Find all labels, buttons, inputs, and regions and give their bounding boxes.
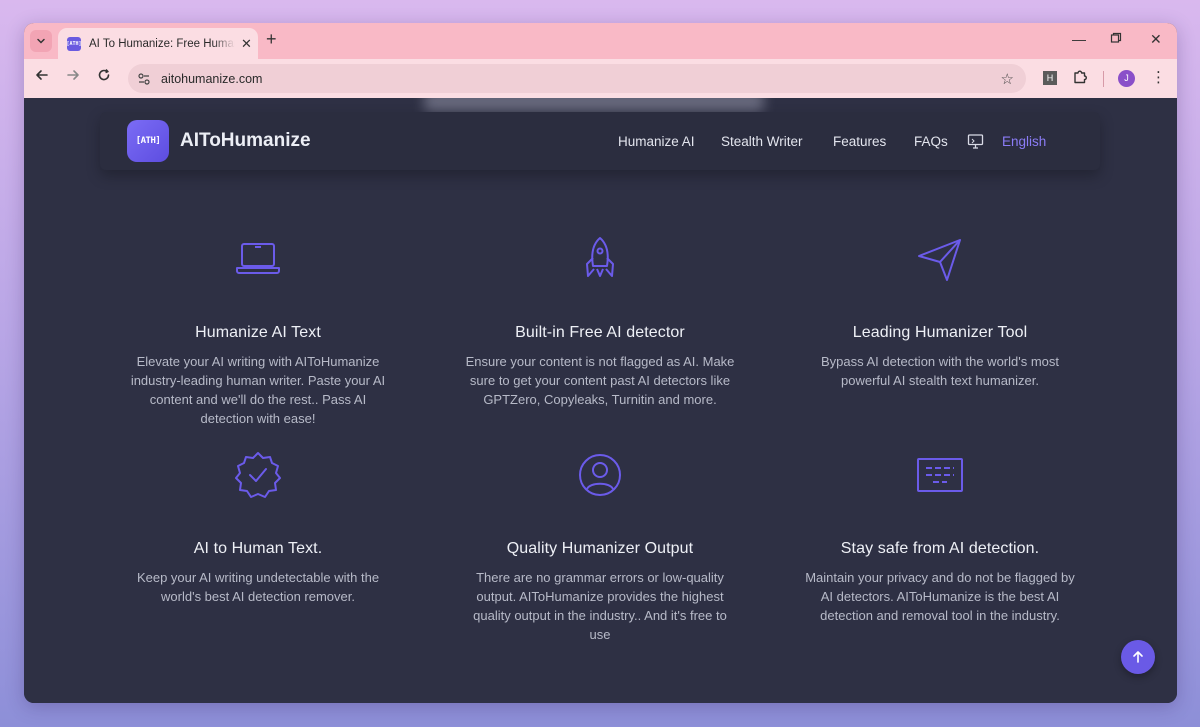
nav-faqs[interactable]: FAQs	[914, 134, 948, 149]
restore-icon[interactable]	[1110, 31, 1122, 47]
bookmark-star-icon[interactable]: ☆	[1001, 70, 1014, 88]
toolbar-divider	[1103, 71, 1104, 87]
chevron-down-icon	[37, 38, 45, 44]
feature-title: Built-in Free AI detector	[515, 324, 685, 341]
site-logo[interactable]: [ATH]	[127, 120, 169, 162]
feature-description: Elevate your AI writing with AIToHumaniz…	[130, 354, 386, 426]
arrow-up-icon	[1133, 651, 1143, 663]
url-text: aitohumanize.com	[161, 71, 263, 86]
paper-plane-icon	[915, 234, 965, 284]
feature-description: Ensure your content is not flagged as AI…	[465, 354, 735, 407]
site-favicon: [ATH]	[66, 36, 82, 51]
badge-check-icon	[233, 450, 283, 500]
feature-description: Keep your AI writing undetectable with t…	[136, 570, 380, 604]
tab-search-button[interactable]	[30, 30, 52, 52]
browser-window: [ATH] AI To Humanize: Free Humanize AI ✕…	[24, 23, 1177, 703]
feature-description: Bypass AI detection with the world's mos…	[820, 354, 1060, 388]
extension-h-icon[interactable]: H	[1043, 71, 1057, 85]
feature-card: Quality Humanizer Output There are no gr…	[450, 450, 750, 642]
feature-title: AI to Human Text.	[193, 540, 323, 557]
feature-description: Maintain your privacy and do not be flag…	[805, 570, 1075, 623]
feature-card: Leading Humanizer Tool Bypass AI detecti…	[790, 234, 1090, 388]
close-window-icon[interactable]: ✕	[1150, 31, 1162, 48]
feature-card: Stay safe from AI detection. Maintain yo…	[790, 450, 1090, 623]
nav-humanize-ai[interactable]: Humanize AI	[618, 134, 695, 149]
address-bar[interactable]: aitohumanize.com ☆	[128, 64, 1026, 93]
feature-card: Built-in Free AI detector Ensure your co…	[450, 234, 750, 407]
brand-name[interactable]: AIToHumanize	[180, 130, 311, 152]
restore-glyph	[1110, 32, 1122, 43]
site-navbar: [ATH] AIToHumanize Humanize AI Stealth W…	[100, 112, 1100, 170]
blurred-heading	[424, 98, 764, 112]
feature-title: Leading Humanizer Tool	[852, 324, 1028, 341]
feature-title: Stay safe from AI detection.	[840, 540, 1040, 557]
user-circle-icon	[575, 450, 625, 500]
feature-description: There are no grammar errors or low-quali…	[473, 570, 727, 642]
document-text-icon	[915, 450, 965, 500]
theme-monitor-icon[interactable]	[967, 133, 984, 155]
back-icon[interactable]	[35, 68, 49, 87]
page-content: [ATH] AIToHumanize Humanize AI Stealth W…	[24, 98, 1177, 703]
nav-stealth-writer[interactable]: Stealth Writer	[721, 134, 803, 149]
browser-toolbar: aitohumanize.com ☆ H J ⋮	[24, 59, 1177, 98]
laptop-icon	[233, 234, 283, 284]
scroll-to-top-button[interactable]	[1121, 640, 1155, 674]
reload-icon[interactable]	[97, 68, 111, 87]
rocket-icon	[575, 234, 625, 284]
new-tab-icon[interactable]: +	[266, 29, 277, 50]
feature-card: AI to Human Text. Keep your AI writing u…	[108, 450, 408, 604]
minimize-icon[interactable]: —	[1072, 31, 1086, 47]
browser-tab[interactable]: [ATH] AI To Humanize: Free Humanize AI ✕	[58, 28, 258, 59]
extensions-puzzle-icon[interactable]	[1072, 68, 1089, 90]
language-selector[interactable]: English	[1002, 134, 1046, 149]
feature-title: Quality Humanizer Output	[506, 540, 694, 557]
profile-avatar[interactable]: J	[1118, 70, 1135, 87]
more-menu-icon[interactable]: ⋮	[1151, 68, 1166, 86]
tab-strip: [ATH] AI To Humanize: Free Humanize AI ✕…	[24, 23, 1177, 59]
site-info-icon[interactable]	[137, 72, 151, 86]
feature-card: Humanize AI Text Elevate your AI writing…	[108, 234, 408, 426]
forward-icon[interactable]	[66, 68, 80, 87]
tab-title: AI To Humanize: Free Humanize AI	[89, 37, 235, 50]
feature-title: Humanize AI Text	[195, 324, 321, 341]
close-tab-icon[interactable]: ✕	[241, 36, 252, 52]
nav-features[interactable]: Features	[833, 134, 886, 149]
